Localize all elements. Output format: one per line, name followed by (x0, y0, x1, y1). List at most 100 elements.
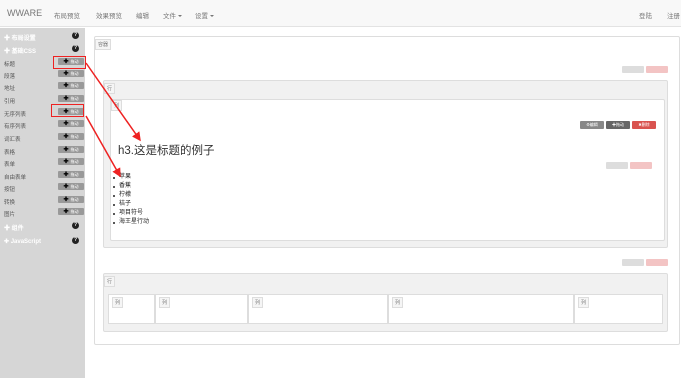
nav-effect-preview-label: 效果预览 (96, 13, 122, 20)
sidebar-item-label: 表格 (4, 150, 16, 156)
sidebar-section-label: ✚ 基础CSS (4, 49, 37, 55)
nav-file-dropdown[interactable]: 文件 (163, 10, 182, 20)
nav-layout-preview-label: 布局预览 (54, 13, 80, 20)
drag-button[interactable]: ✚拖动 (606, 121, 630, 129)
plus-icon: ✚ (63, 184, 69, 190)
nav-file-label: 文件 (163, 13, 176, 20)
brand-logo[interactable]: WWARE (7, 8, 42, 18)
delete-button[interactable]: ✖删除 (632, 121, 656, 129)
plus-icon: ✚ (63, 134, 69, 140)
list-item: 项目符号 (112, 209, 149, 218)
plus-icon: ✚ (63, 159, 69, 165)
sidebar-item-label: 表单 (4, 162, 16, 168)
sidebar-item-label: 标题 (4, 62, 16, 68)
sidebar-item-convert: 转换 ✚ 拖动 (4, 196, 84, 206)
column-block[interactable]: 列 (248, 294, 388, 324)
list-toolbar (604, 162, 652, 169)
plus-icon: ✚ (63, 71, 69, 77)
sidebar-item-label: 自由表单 (4, 175, 27, 181)
row-tag: 行 (104, 276, 116, 287)
sidebar-section-label: ✚ JavaScript (4, 239, 42, 245)
drag-button[interactable]: ✚拖动 (58, 196, 84, 203)
delete-button[interactable] (646, 259, 668, 266)
container-tag: 容器 (95, 39, 112, 50)
drag-button[interactable]: ✚拖动 (58, 95, 84, 102)
plus-icon: ✚ (63, 197, 69, 203)
sidebar: ✚ 布局设置 ? ✚ 基础CSS ? 标题 ✚ 拖动 段落 ✚ 拖动 地址 ✚ 拖动 引用 ✚… (0, 28, 85, 378)
nav-edit[interactable]: 编辑 (136, 10, 149, 20)
drag-button[interactable]: ✚拖动 (58, 133, 84, 140)
list-item: 桔子 (112, 200, 149, 209)
sidebar-item-ordered-list: 有序列表 ✚ 拖动 (4, 120, 84, 130)
drag-button[interactable]: ✚拖动 (58, 183, 84, 190)
delete-button[interactable] (646, 66, 668, 73)
nav-effect-preview[interactable]: 效果预览 (96, 10, 122, 20)
drag-button[interactable]: ✚拖动 (58, 146, 84, 153)
caret-down-icon (210, 15, 214, 18)
login-link[interactable]: 登陆 (639, 10, 652, 20)
plus-icon: ✚ (63, 83, 69, 89)
highlight-box (51, 104, 84, 117)
row-tag: 行 (104, 83, 116, 94)
list-item: 苹果 (112, 173, 149, 182)
column-tag: 列 (252, 297, 264, 308)
sidebar-item-label: 按钮 (4, 187, 16, 193)
column-block[interactable]: 列 (155, 294, 248, 324)
sidebar-item-label: 有序列表 (4, 124, 27, 130)
column-block[interactable]: 列 (388, 294, 574, 324)
sidebar-item-label: 引用 (4, 99, 16, 105)
drag-button[interactable]: ✚拖动 (58, 171, 84, 178)
column-tag: 列 (159, 297, 171, 308)
question-circle-icon[interactable]: ? (72, 45, 79, 52)
question-circle-icon[interactable]: ? (72, 32, 79, 39)
drag-button[interactable]: ✚拖动 (58, 120, 84, 127)
drag-button[interactable]: ✚拖动 (58, 82, 84, 89)
drag-button[interactable]: ✚拖动 (58, 70, 84, 77)
question-circle-icon[interactable]: ? (72, 237, 79, 244)
drag-button[interactable] (622, 66, 644, 73)
column-tag: 列 (111, 100, 123, 111)
nav-layout-preview[interactable]: 布局预览 (54, 10, 80, 20)
column-tag: 列 (112, 297, 124, 308)
plus-icon: ✚ (63, 96, 69, 102)
sidebar-item-address: 地址 ✚ 拖动 (4, 82, 84, 92)
sidebar-item-label: 转换 (4, 200, 16, 206)
sidebar-item-label: 无序列表 (4, 112, 27, 118)
caret-down-icon (178, 15, 182, 18)
sidebar-item-image: 图片 ✚ 拖动 (4, 208, 84, 218)
nav-settings-dropdown[interactable]: 设置 (195, 10, 214, 20)
column-block[interactable]: 列 (574, 294, 663, 324)
sidebar-item-label: 地址 (4, 86, 16, 92)
drag-button[interactable] (622, 259, 644, 266)
sidebar-item-paragraph: 段落 ✚ 拖动 (4, 70, 84, 80)
sidebar-section-label: ✚ 组件 (4, 226, 24, 232)
highlight-box (53, 56, 86, 69)
plus-icon: ✚ (63, 172, 69, 178)
sidebar-section-components[interactable]: ✚ 组件 ? (4, 222, 82, 232)
heading-example: h3.这是标题的例子 (118, 145, 215, 157)
plus-icon: ✚ (63, 121, 69, 127)
delete-button[interactable] (630, 162, 652, 169)
sidebar-item-button: 按钮 ✚ 拖动 (4, 183, 84, 193)
top-navbar: WWARE 布局预览 效果预览 编辑 文件 设置 登陆 注册 (0, 0, 681, 27)
sidebar-section-layout[interactable]: ✚ 布局设置 ? (4, 32, 82, 42)
sidebar-item-table: 表格 ✚ 拖动 (4, 146, 84, 156)
edit-button[interactable]: ⚙编辑 (580, 121, 604, 129)
plus-icon: ✚ (63, 209, 69, 215)
sidebar-item-label: 段落 (4, 74, 16, 80)
nav-edit-label: 编辑 (136, 13, 149, 20)
drag-button[interactable]: ✚拖动 (58, 158, 84, 165)
sidebar-section-javascript[interactable]: ✚ JavaScript ? (4, 237, 82, 246)
column-block[interactable]: 列 (108, 294, 155, 324)
drag-button[interactable] (606, 162, 628, 169)
sidebar-item-free-form: 自由表单 ✚ 拖动 (4, 171, 84, 181)
drag-button[interactable]: ✚拖动 (58, 208, 84, 215)
sidebar-section-css[interactable]: ✚ 基础CSS ? (4, 45, 82, 55)
list-item: 海王星行动 (112, 218, 149, 227)
column-tag: 列 (578, 297, 590, 308)
register-link[interactable]: 注册 (667, 10, 680, 20)
sidebar-item-label: 词汇表 (4, 137, 21, 143)
list-item: 柠檬 (112, 191, 149, 200)
question-circle-icon[interactable]: ? (72, 222, 79, 229)
list-item: 香蕉 (112, 182, 149, 191)
